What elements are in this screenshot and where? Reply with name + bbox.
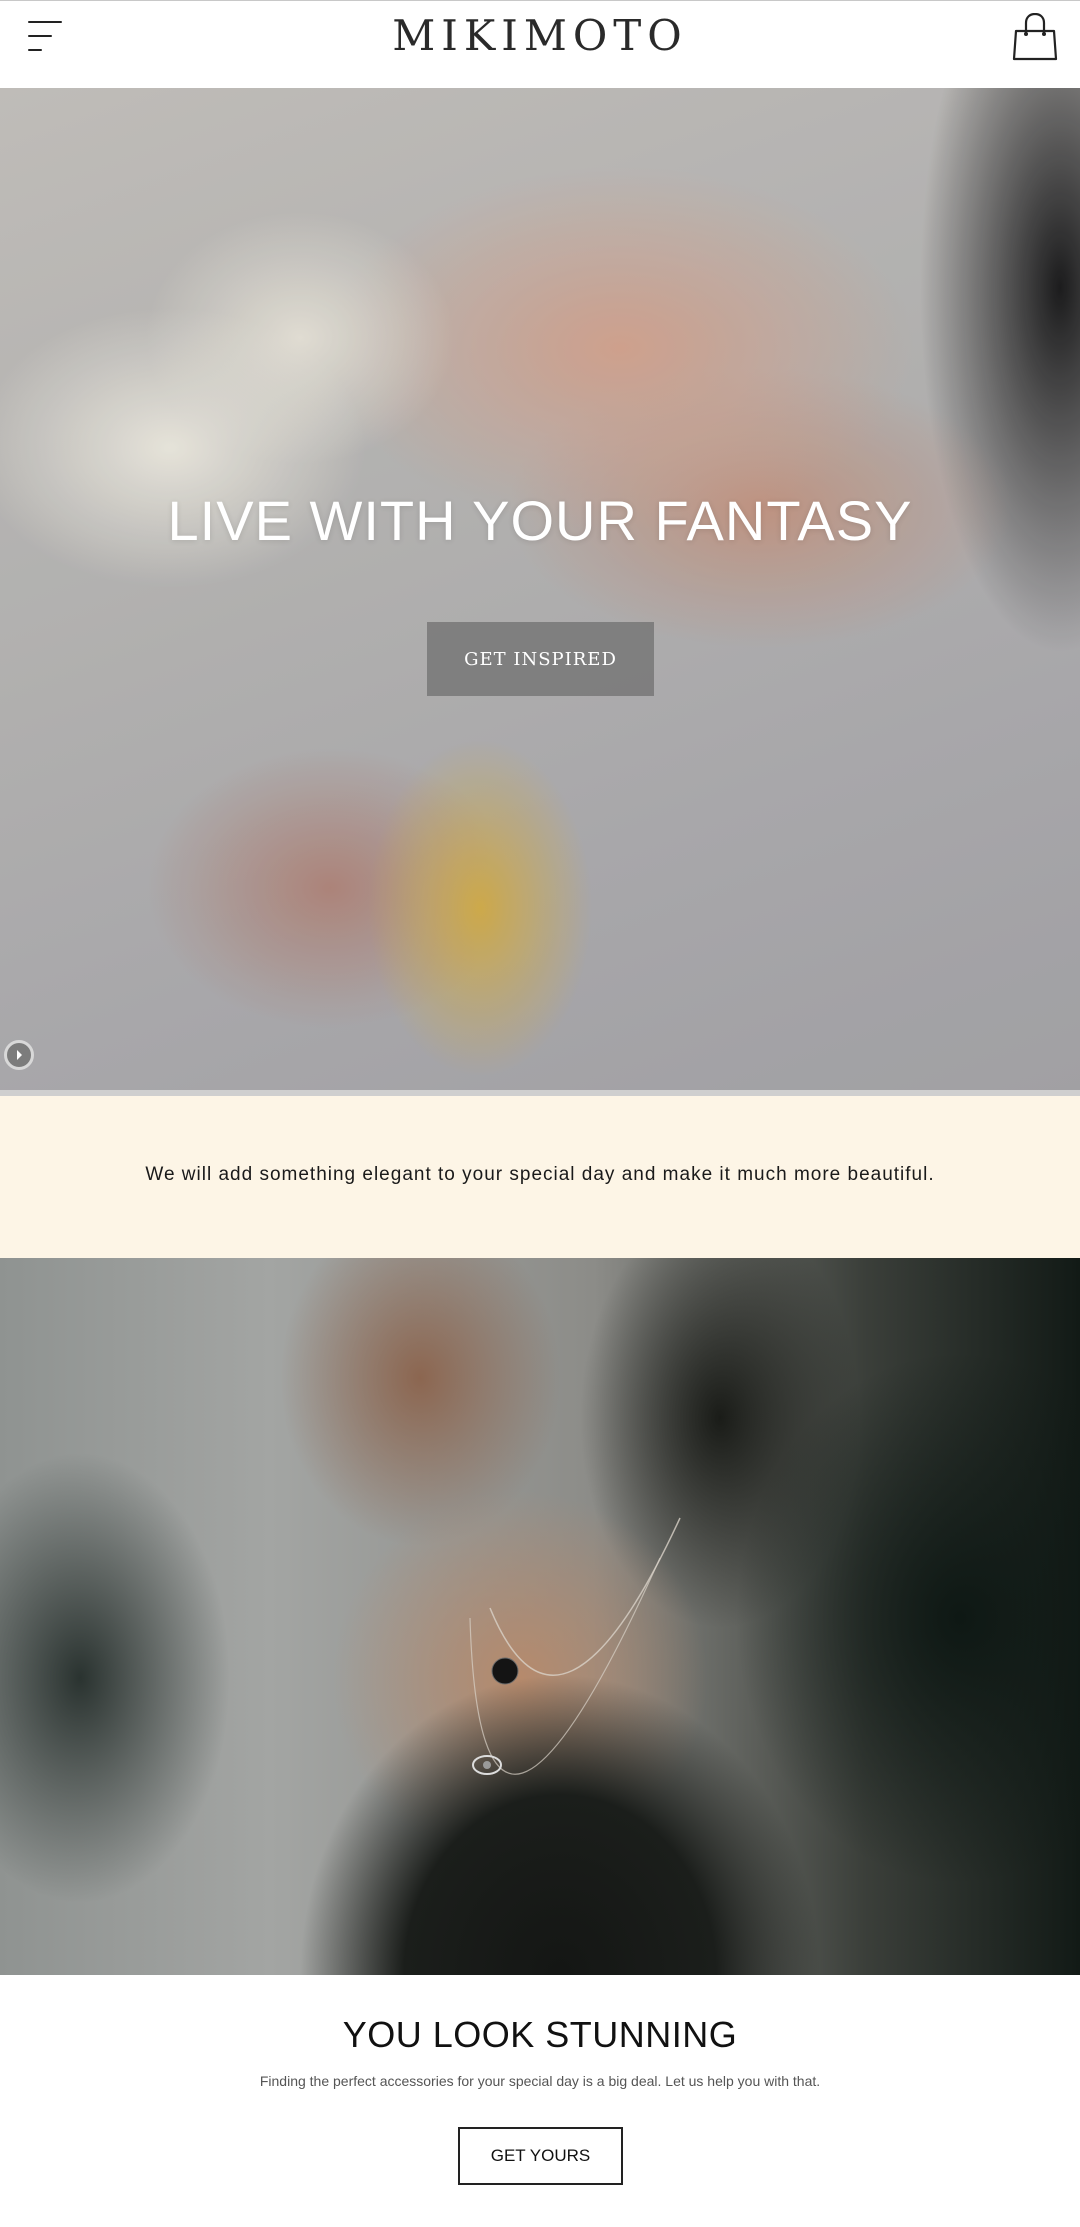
shopping-bag-icon[interactable] bbox=[1012, 13, 1058, 61]
necklace-model-image bbox=[0, 1258, 1080, 1975]
tagline-section: We will add something elegant to your sp… bbox=[0, 1096, 1080, 1258]
section-subtitle: Finding the perfect accessories for your… bbox=[259, 2073, 821, 2089]
tagline-text: We will add something elegant to your sp… bbox=[145, 1164, 935, 1185]
necklace-illustration bbox=[469, 1517, 681, 1775]
get-yours-button[interactable]: GET YOURS bbox=[458, 2127, 623, 2185]
get-inspired-button[interactable]: GET INSPIRED bbox=[427, 622, 654, 696]
hero-title: LIVE WITH YOUR FANTASY bbox=[167, 489, 913, 552]
section-title: YOU LOOK STUNNING bbox=[342, 2014, 738, 2055]
brand-logo[interactable]: MIKIMOTO bbox=[0, 11, 1080, 60]
site-header: MIKIMOTO bbox=[0, 0, 1080, 88]
hero-banner: LIVE WITH YOUR FANTASY GET INSPIRED bbox=[0, 88, 1080, 1096]
chevron-right-icon bbox=[17, 1050, 22, 1060]
hero-image bbox=[0, 88, 1080, 1096]
slider-next-button[interactable] bbox=[4, 1040, 34, 1070]
